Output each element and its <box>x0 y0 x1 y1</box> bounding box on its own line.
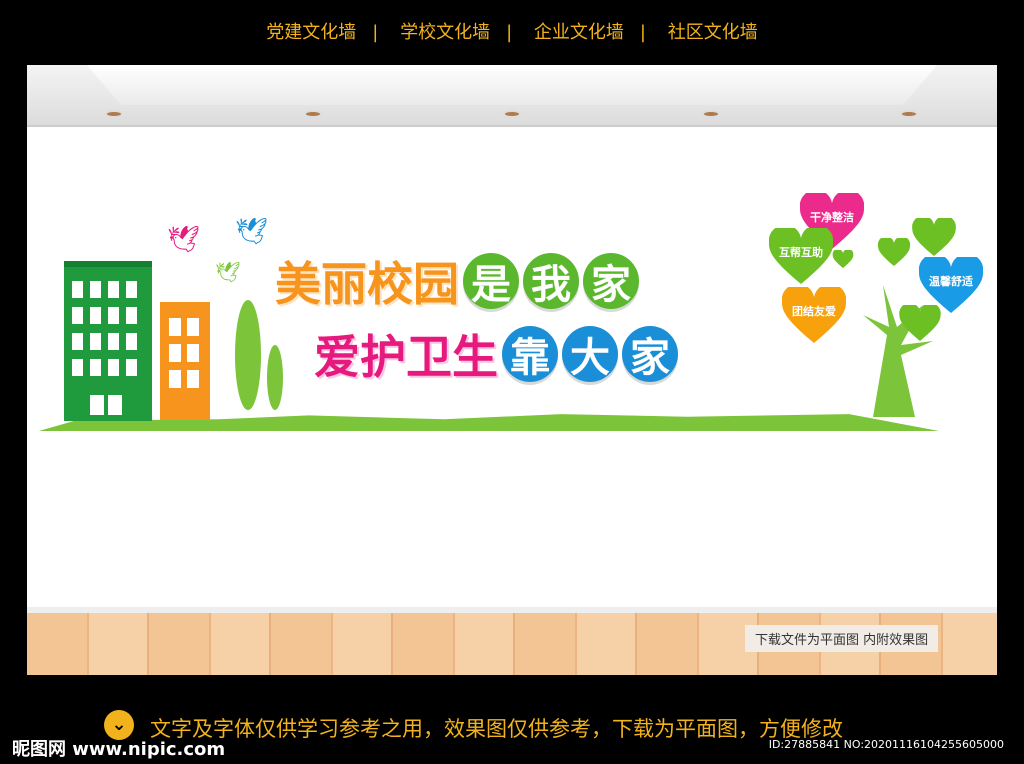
slogan-circle: 我 <box>523 253 579 309</box>
preview-note: 下载文件为平面图 内附效果图 <box>745 625 939 652</box>
slogan-line-2: 爱护卫生 靠 大 家 <box>314 321 678 387</box>
slogan-circle: 靠 <box>502 326 558 382</box>
slogan-text: 爱护卫生 <box>314 330 498 384</box>
nav-link-enterprise[interactable]: 企业文化墙 <box>534 22 624 43</box>
bird-icon: 🕊 <box>167 225 201 255</box>
heart-unity: 团结友爱 <box>782 287 846 343</box>
slogan-circle: 家 <box>622 326 678 382</box>
wall-mockup: 🕊 🕊 🕊 美丽校园 是 我 家 爱护卫生 靠 大 家 干净整洁 互帮互助 团结… <box>27 65 997 675</box>
heart-icon <box>832 250 854 268</box>
disclaimer-text: 文字及字体仅供学习参考之用，效果图仅供参考，下载为平面图，方便修改 <box>150 717 843 741</box>
top-nav: 党建文化墙 | 学校文化墙 | 企业文化墙 | 社区文化墙 <box>0 18 1024 44</box>
heart-icon <box>912 218 956 256</box>
nav-link-party[interactable]: 党建文化墙 <box>266 22 356 43</box>
slogan-circle: 大 <box>562 326 618 382</box>
ceiling <box>27 65 997 127</box>
site-logo[interactable]: 昵图网 www.nipic.com <box>12 735 225 761</box>
slogan-circle: 家 <box>583 253 639 309</box>
tree-icon <box>235 300 261 410</box>
slogan-circle: 是 <box>463 253 519 309</box>
heart-icon <box>899 305 941 341</box>
slogan-text: 美丽校园 <box>275 257 459 311</box>
ceiling-light-icon <box>503 110 521 118</box>
green-building-icon <box>64 261 152 421</box>
bird-icon: 🕊 <box>235 217 269 247</box>
heart-help: 互帮互助 <box>769 228 833 284</box>
nav-link-community[interactable]: 社区文化墙 <box>668 22 758 43</box>
separator: | <box>372 22 379 43</box>
slogan-line-1: 美丽校园 是 我 家 <box>275 248 639 314</box>
heart-icon <box>877 238 911 266</box>
ceiling-light-icon <box>304 110 322 118</box>
ceiling-light-icon <box>900 110 918 118</box>
image-id: ID:27885841 NO:20201116104255605000 <box>768 738 1004 751</box>
nav-link-school[interactable]: 学校文化墙 <box>400 22 490 43</box>
ceiling-light-icon <box>702 110 720 118</box>
separator: | <box>639 22 646 43</box>
separator: | <box>506 22 513 43</box>
bird-icon: 🕊 <box>215 260 241 284</box>
ceiling-light-icon <box>105 110 123 118</box>
tree-icon <box>267 345 283 410</box>
orange-building-icon <box>160 302 210 420</box>
